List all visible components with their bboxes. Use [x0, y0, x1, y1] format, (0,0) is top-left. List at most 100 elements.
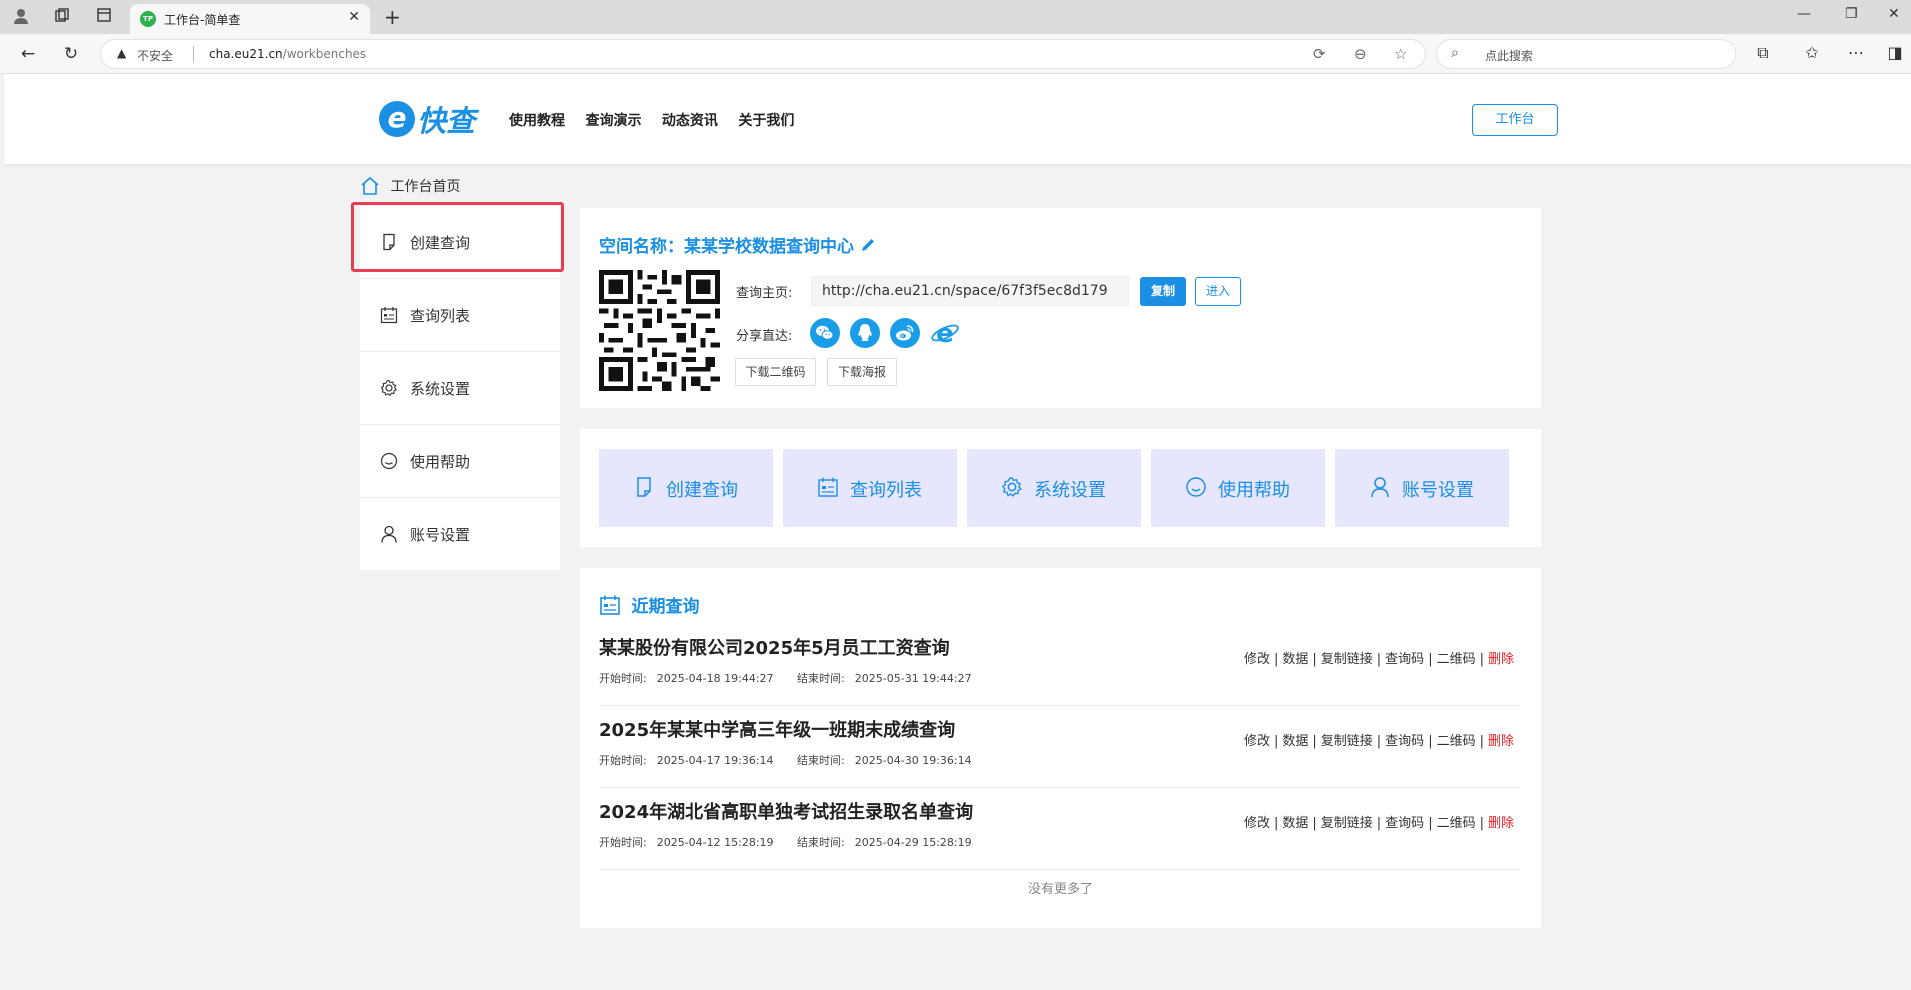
- qq-icon[interactable]: [850, 318, 880, 348]
- recent-queries-card: 近期查询 某某股份有限公司2025年5月员工工资查询 开始时间: 2025-04-…: [580, 568, 1541, 928]
- site-logo[interactable]: e 快查: [379, 98, 475, 138]
- query-title[interactable]: 2024年湖北省高职单独考试招生录取名单查询: [599, 798, 973, 824]
- query-time: 开始时间: 2025-04-17 19:36:14 结束时间: 2025-04-30…: [599, 752, 992, 768]
- copy-link-link[interactable]: 复制链接: [1321, 816, 1373, 831]
- query-time: 开始时间: 2025-04-12 15:28:19 结束时间: 2025-04-29…: [599, 834, 992, 850]
- translate-icon[interactable]: ⟳: [1313, 45, 1326, 63]
- sidebar-item-label: 系统设置: [410, 380, 471, 398]
- url-text: cha.eu21.cn/workbenches: [209, 47, 366, 61]
- tile-create-query[interactable]: 创建查询: [599, 449, 773, 527]
- nav-news[interactable]: 动态资讯: [662, 110, 718, 130]
- browser-search-box[interactable]: ⌕ 点此搜索: [1436, 39, 1736, 69]
- document-icon: [637, 477, 651, 497]
- ie-icon[interactable]: e: [930, 318, 960, 349]
- space-title: 空间名称：某某学校数据查询中心: [599, 232, 876, 257]
- download-qr-button[interactable]: 下载二维码: [735, 358, 816, 386]
- data-link[interactable]: 数据: [1282, 734, 1308, 749]
- qr-code-link[interactable]: 二维码: [1437, 652, 1476, 667]
- tile-query-list[interactable]: 查询列表: [783, 449, 957, 527]
- sidebar-item-label: 使用帮助: [410, 453, 471, 471]
- svg-text:e: e: [936, 319, 954, 348]
- breadcrumb[interactable]: 工作台首页: [360, 176, 460, 198]
- start-time: 2025-04-18 19:44:27: [656, 672, 774, 685]
- end-time-label: 结束时间:: [797, 836, 845, 849]
- sidebar-toggle-icon[interactable]: ◨: [1885, 43, 1905, 62]
- tile-system-settings[interactable]: 系统设置: [967, 449, 1141, 527]
- copy-link-link[interactable]: 复制链接: [1321, 734, 1373, 749]
- edit-link[interactable]: 修改: [1244, 816, 1270, 831]
- query-row: 2025年某某中学高三年级一班期末成绩查询 开始时间: 2025-04-17 19…: [599, 706, 1520, 788]
- query-code-link[interactable]: 查询码: [1385, 816, 1424, 831]
- query-title[interactable]: 某某股份有限公司2025年5月员工工资查询: [599, 634, 950, 660]
- tile-help[interactable]: 使用帮助: [1151, 449, 1325, 527]
- space-title-text: 空间名称：某某学校数据查询中心: [599, 237, 854, 257]
- divider: [193, 46, 194, 62]
- restore-icon[interactable]: ❐: [1845, 6, 1858, 22]
- vertical-tabs-icon[interactable]: [94, 7, 114, 27]
- gear-icon: [1001, 477, 1022, 497]
- nav-demo[interactable]: 查询演示: [585, 110, 641, 130]
- search-placeholder: 点此搜索: [1485, 49, 1534, 63]
- download-poster-button[interactable]: 下载海报: [827, 358, 897, 386]
- query-code-link[interactable]: 查询码: [1385, 734, 1424, 749]
- row-actions: 修改 | 数据 | 复制链接 | 查询码 | 二维码 | 删除: [1243, 652, 1514, 667]
- space-card: 空间名称：某某学校数据查询中心 查询主页: http://cha.eu21.cn…: [580, 208, 1541, 408]
- query-code-link[interactable]: 查询码: [1385, 652, 1424, 667]
- tab-title: 工作台-简单查: [164, 13, 241, 27]
- qr-code-image: [599, 270, 720, 391]
- enter-button[interactable]: 进入: [1195, 277, 1241, 306]
- smile-icon: [380, 452, 398, 470]
- quick-actions-card: 创建查询 查询列表 系统设置 使用帮助 账号设置: [580, 429, 1541, 547]
- insecure-label: 不安全: [137, 49, 174, 63]
- query-title[interactable]: 2025年某某中学高三年级一班期末成绩查询: [599, 716, 955, 742]
- end-time-label: 结束时间:: [797, 754, 845, 767]
- recent-heading: 近期查询: [599, 592, 699, 617]
- nav-tutorial[interactable]: 使用教程: [509, 110, 565, 130]
- edit-pencil-icon[interactable]: [860, 237, 876, 253]
- smile-icon: [1186, 477, 1206, 497]
- user-icon: [1371, 477, 1389, 498]
- workbench-button[interactable]: 工作台: [1472, 104, 1558, 136]
- list-icon: [380, 307, 398, 324]
- address-bar[interactable]: ▲ 不安全 cha.eu21.cn/workbenches ⟳ ⊖ ☆: [100, 39, 1426, 69]
- edit-link[interactable]: 修改: [1244, 734, 1270, 749]
- end-time: 2025-05-31 19:44:27: [854, 672, 972, 685]
- qr-code-link[interactable]: 二维码: [1437, 816, 1476, 831]
- nav-about[interactable]: 关于我们: [738, 110, 794, 130]
- data-link[interactable]: 数据: [1282, 652, 1308, 667]
- sidebar-item-account-settings[interactable]: 账号设置: [360, 498, 560, 571]
- extensions-icon[interactable]: ⧉: [1753, 43, 1773, 63]
- menu-icon[interactable]: ⋯: [1846, 43, 1866, 62]
- sidebar-item-query-list[interactable]: 查询列表: [360, 279, 560, 352]
- data-link[interactable]: 数据: [1282, 816, 1308, 831]
- new-tab-icon[interactable]: +: [384, 5, 401, 29]
- copy-link-link[interactable]: 复制链接: [1321, 652, 1373, 667]
- start-time-label: 开始时间:: [599, 672, 647, 685]
- weibo-icon[interactable]: [890, 318, 920, 348]
- browser-tab-bar: TP 工作台-简单查 ✕ + — ❐ ✕: [0, 0, 1911, 34]
- close-window-icon[interactable]: ✕: [1888, 6, 1900, 22]
- refresh-icon[interactable]: ↻: [61, 44, 81, 64]
- delete-link[interactable]: 删除: [1488, 816, 1514, 831]
- profile-icon[interactable]: [11, 7, 31, 27]
- wechat-icon[interactable]: [810, 318, 840, 348]
- qr-code-link[interactable]: 二维码: [1437, 734, 1476, 749]
- active-tab[interactable]: TP 工作台-简单查 ✕: [130, 4, 370, 34]
- minimize-icon[interactable]: —: [1797, 6, 1811, 22]
- tile-label: 查询列表: [850, 480, 922, 501]
- delete-link[interactable]: 删除: [1488, 652, 1514, 667]
- favorites-icon[interactable]: ✩: [1802, 43, 1822, 62]
- home-url-field[interactable]: http://cha.eu21.cn/space/67f3f5ec8d179: [811, 276, 1129, 306]
- delete-link[interactable]: 删除: [1488, 734, 1514, 749]
- start-time-label: 开始时间:: [599, 836, 647, 849]
- back-icon[interactable]: ←: [18, 44, 38, 64]
- copy-button[interactable]: 复制: [1140, 277, 1186, 306]
- edit-link[interactable]: 修改: [1244, 652, 1270, 667]
- favorite-star-icon[interactable]: ☆: [1394, 45, 1407, 63]
- workspaces-icon[interactable]: [52, 7, 72, 27]
- more-tools-icon[interactable]: ⊖: [1354, 45, 1367, 63]
- tab-close-icon[interactable]: ✕: [348, 9, 360, 25]
- tile-account-settings[interactable]: 账号设置: [1335, 449, 1509, 527]
- sidebar-item-help[interactable]: 使用帮助: [360, 425, 560, 498]
- sidebar-item-system-settings[interactable]: 系统设置: [360, 352, 560, 425]
